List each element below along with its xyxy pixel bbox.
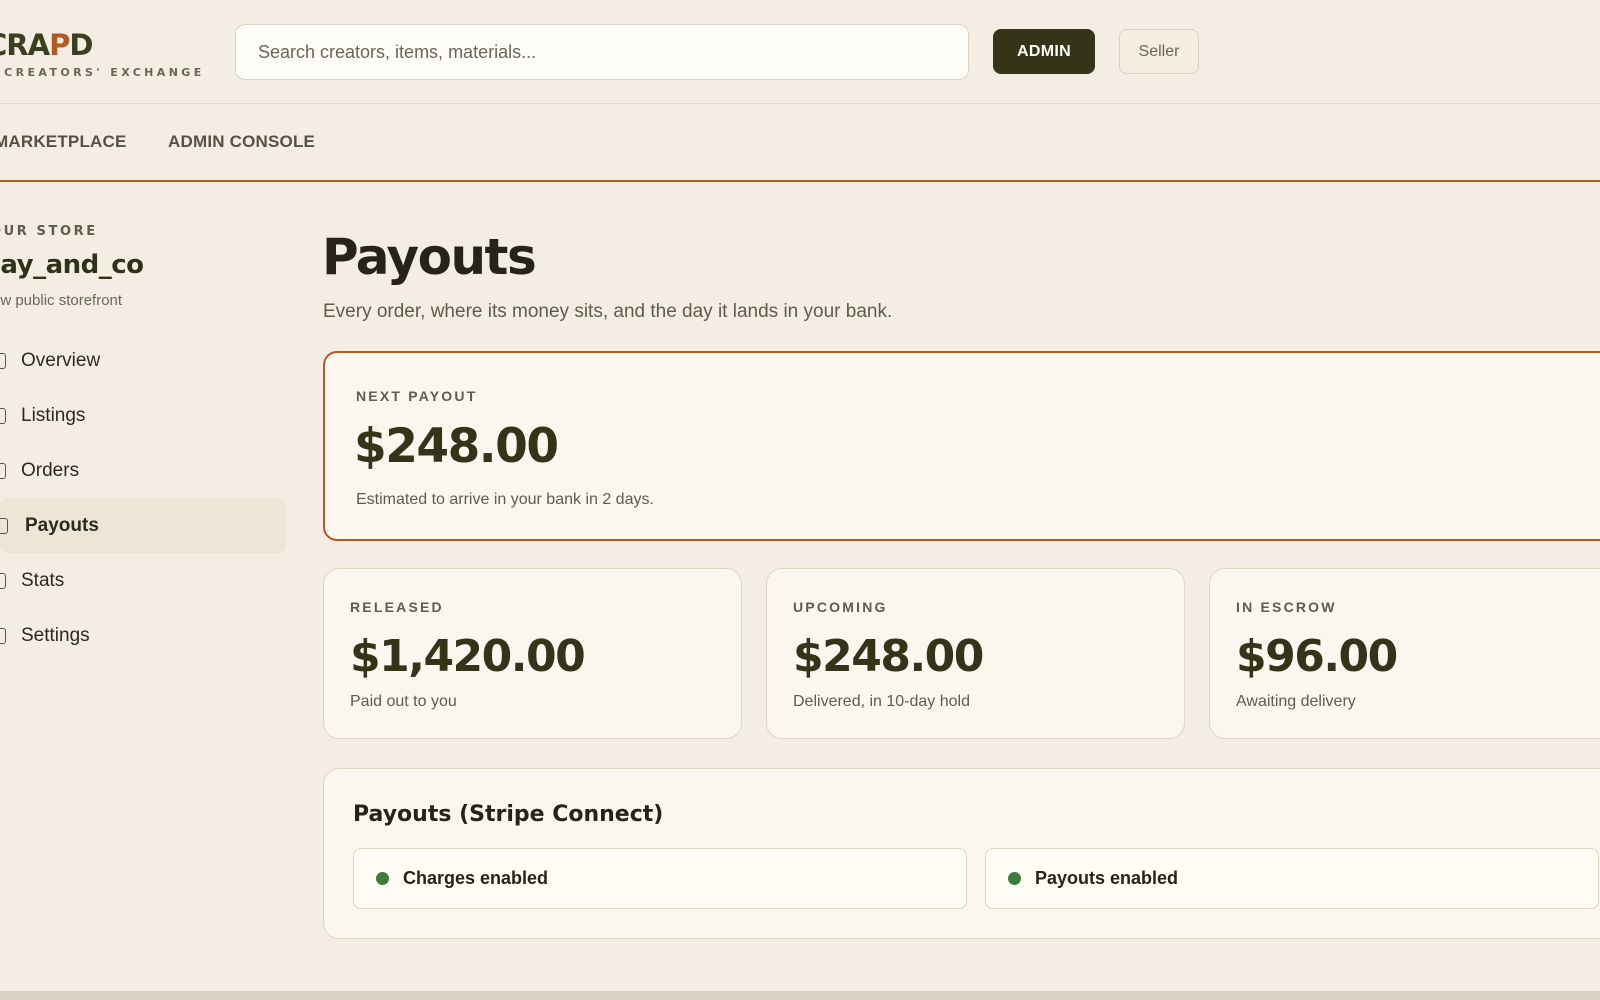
sidebar-item-orders[interactable]: Orders [0, 443, 286, 498]
logo-wordmark: CRAPD [0, 28, 93, 62]
stat-note: Delivered, in 10-day hold [793, 693, 970, 710]
sidebar-nav: Overview Listings Orders Payouts Stats S… [0, 333, 286, 663]
sidebar-item-settings[interactable]: Settings [0, 608, 286, 663]
sidebar-item-label: Overview [21, 349, 101, 371]
stats-icon [0, 573, 6, 589]
stat-amount: $248.00 [793, 631, 984, 682]
sidebar-item-label: Stats [21, 569, 65, 591]
next-payout-note: Estimated to arrive in your bank in 2 da… [356, 491, 654, 508]
sidebar-item-overview[interactable]: Overview [0, 333, 286, 388]
stripe-connect-card: Payouts (Stripe Connect) Charges enabled… [323, 768, 1600, 939]
listings-icon [0, 408, 6, 424]
next-payout-amount: $248.00 [354, 419, 559, 474]
charges-status-label: Charges enabled [403, 868, 549, 888]
nav-marketplace[interactable]: MARKETPLACE [0, 132, 127, 152]
sidebar-item-listings[interactable]: Listings [0, 388, 286, 443]
stripe-connect-title: Payouts (Stripe Connect) [353, 802, 664, 827]
nav-admin-console[interactable]: ADMIN CONSOLE [168, 132, 315, 152]
top-header: CRAPD E CREATORS' EXCHANGE ADMIN Seller [0, 0, 1600, 104]
next-payout-card: NEXT PAYOUT $248.00 Estimated to arrive … [323, 351, 1600, 541]
sidebar-item-label: Listings [21, 404, 86, 426]
page-title: Payouts [322, 228, 537, 286]
sidebar-item-stats[interactable]: Stats [0, 553, 286, 608]
search-input[interactable] [235, 24, 969, 80]
sidebar-item-payouts[interactable]: Payouts [0, 498, 286, 553]
sidebar-section-label: OUR STORE [0, 224, 98, 239]
view-storefront-link[interactable]: ew public storefront [0, 292, 122, 309]
bottom-edge [0, 991, 1600, 1000]
status-dot-icon [376, 872, 389, 885]
stat-note: Awaiting delivery [1236, 693, 1356, 710]
page-subtitle: Every order, where its money sits, and t… [323, 301, 893, 322]
overview-icon [0, 353, 6, 369]
sidebar-item-label: Payouts [25, 514, 99, 536]
stat-label: UPCOMING [793, 599, 888, 615]
sidebar-item-label: Settings [21, 624, 90, 646]
store-name: lay_and_co [0, 250, 144, 280]
admin-button[interactable]: ADMIN [993, 29, 1095, 74]
stat-card-in-escrow: IN ESCROW $96.00 Awaiting delivery [1209, 568, 1600, 739]
logo[interactable]: CRAPD E CREATORS' EXCHANGE [0, 28, 205, 79]
settings-icon [0, 628, 6, 644]
stat-label: IN ESCROW [1236, 599, 1337, 615]
stat-amount: $96.00 [1236, 631, 1398, 682]
payouts-icon [0, 518, 8, 534]
stat-label: RELEASED [350, 599, 444, 615]
seller-button[interactable]: Seller [1119, 29, 1199, 74]
stat-amount: $1,420.00 [350, 631, 586, 682]
main-nav: MARKETPLACE ADMIN CONSOLE [0, 104, 1600, 182]
stat-note: Paid out to you [350, 693, 457, 710]
logo-tagline: E CREATORS' EXCHANGE [0, 66, 205, 79]
status-dot-icon [1008, 872, 1021, 885]
sidebar-item-label: Orders [21, 459, 80, 481]
payouts-status-pill: Payouts enabled [985, 848, 1599, 909]
orders-icon [0, 463, 6, 479]
next-payout-label: NEXT PAYOUT [356, 388, 478, 404]
charges-status-pill: Charges enabled [353, 848, 967, 909]
stat-card-upcoming: UPCOMING $248.00 Delivered, in 10-day ho… [766, 568, 1185, 739]
payouts-status-label: Payouts enabled [1035, 868, 1179, 888]
stat-card-released: RELEASED $1,420.00 Paid out to you [323, 568, 742, 739]
